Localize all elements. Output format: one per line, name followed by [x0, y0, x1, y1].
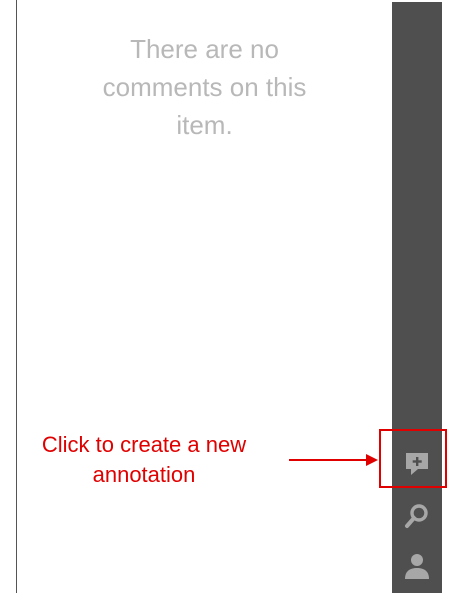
- annotation-sidebar-page: There are no comments on this item. Clic…: [0, 0, 450, 593]
- callout-arrow-icon: [289, 454, 378, 466]
- callout-text: Click to create a new annotation: [41, 432, 247, 487]
- comment-plus-icon: [406, 453, 428, 475]
- comments-panel: There are no comments on this item.: [17, 0, 392, 593]
- user-icon: [405, 554, 429, 579]
- sidebar-toolbar: [392, 2, 442, 593]
- search-button[interactable]: [392, 496, 442, 536]
- search-icon: [405, 504, 428, 528]
- new-annotation-button[interactable]: [392, 444, 442, 484]
- account-button[interactable]: [392, 546, 442, 586]
- empty-comments-message: There are no comments on this item.: [102, 34, 307, 140]
